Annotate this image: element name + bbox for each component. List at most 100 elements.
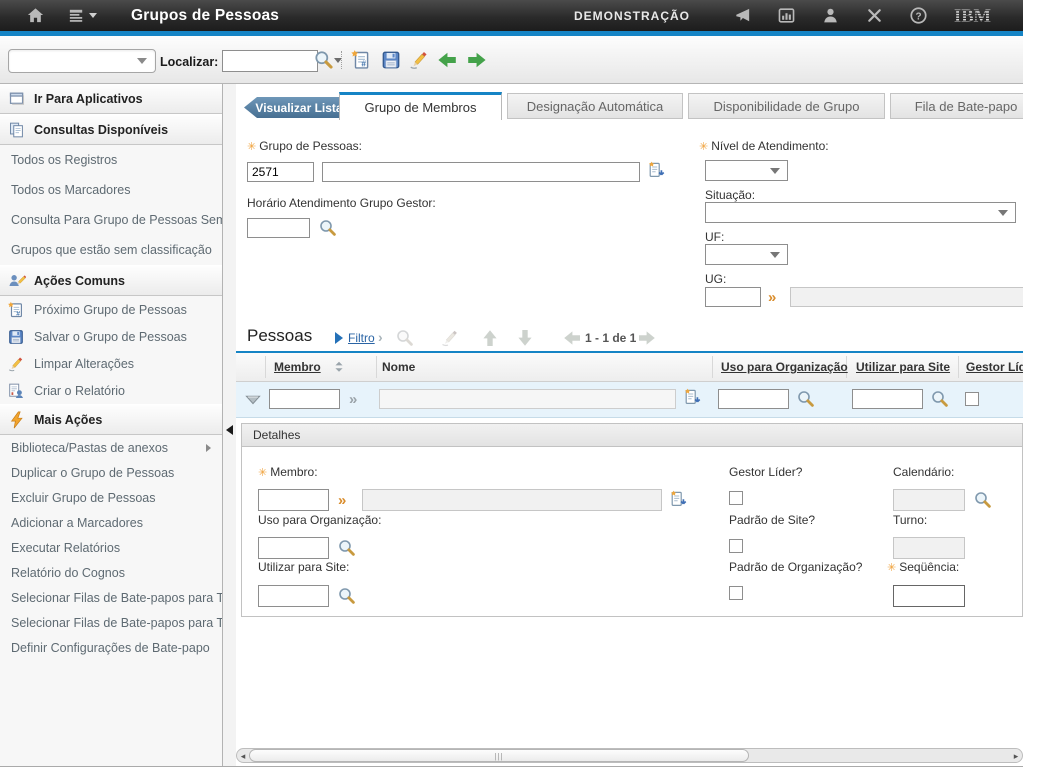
filter-membro-field[interactable] [269,389,340,409]
gestor-lider-checkbox[interactable] [729,491,743,505]
ug-go-to-icon[interactable]: » [768,290,776,305]
next-record-icon[interactable] [466,49,488,71]
grupo-pessoas-desc-field[interactable] [322,162,640,182]
announcements-icon[interactable] [733,6,752,25]
uf-select[interactable] [705,244,788,265]
tab-grupo-de-membros[interactable]: Grupo de Membros [339,92,502,120]
column-header-uso-organizacao[interactable]: Uso para Organização [721,360,848,374]
detail-menu-icon[interactable] [669,490,689,510]
chevron-down-icon [770,252,780,258]
sidebar: Ir Para Aplicativos Consultas Disponívei… [0,84,223,766]
filter-uso-field[interactable] [718,389,789,409]
calendario-lookup-icon[interactable] [973,490,993,510]
help-icon[interactable] [909,6,928,25]
sidebar-item-salvar-grupo[interactable]: Salvar o Grupo de Pessoas [0,323,222,350]
detail-menu-icon[interactable] [683,388,703,408]
nivel-atendimento-select[interactable] [705,160,788,181]
tab-disponibilidade-de-grupo[interactable]: Disponibilidade de Grupo [688,93,885,119]
uso-lookup-icon[interactable] [337,538,357,558]
site-lookup-icon[interactable] [337,586,357,606]
horario-lookup-icon[interactable] [318,218,338,238]
column-header-membro[interactable]: Membro [274,360,321,374]
sidebar-item-grupos-sem-classificacao[interactable]: Grupos que estão sem classificação [0,235,222,265]
filter-gestor-lider-checkbox[interactable] [965,392,979,406]
row-go-to-icon[interactable]: » [349,392,357,407]
sidebar-item-biblioteca-anexos[interactable]: Biblioteca/Pastas de anexos [0,435,222,460]
tab-designacao-automatica[interactable]: Designação Automática [507,93,683,119]
app-window: Grupos de Pessoas DEMONSTRAÇÃO Localizar… [0,0,1023,767]
scroll-right-button[interactable]: ▸ [1011,751,1021,761]
sidebar-item-proximo-grupo[interactable]: Próximo Grupo de Pessoas [0,296,222,323]
move-up-icon[interactable] [480,328,500,348]
move-down-icon[interactable] [515,328,535,348]
site-lookup-icon[interactable] [930,389,950,409]
reports-chart-icon[interactable] [777,6,796,25]
visualizar-lista-button[interactable]: Visualizar Lista [244,97,346,118]
filter-site-field[interactable] [852,389,923,409]
previous-record-icon[interactable] [436,49,458,71]
utilizar-site-field[interactable] [258,585,329,607]
sidebar-item-consulta-grupo-sem[interactable]: Consulta Para Grupo de Pessoas Sem ... [0,205,222,235]
sidebar-item-excluir-grupo[interactable]: Excluir Grupo de Pessoas [0,485,222,510]
horario-field[interactable] [247,218,310,238]
sidebar-section-consultas-disponiveis[interactable]: Consultas Disponíveis [0,114,222,145]
sidebar-section-mais-acoes[interactable]: Mais Ações [0,404,222,435]
sidebar-item-todos-marcadores[interactable]: Todos os Marcadores [0,175,222,205]
membro-go-to-icon[interactable]: » [338,493,346,508]
page-title: Grupos de Pessoas [131,7,279,25]
sort-icon[interactable] [333,360,345,374]
column-header-utilizar-site[interactable]: Utilizar para Site [856,360,950,374]
sidebar-item-executar-relatorios[interactable]: Executar Relatórios [0,535,222,560]
sidebar-item-adicionar-marcadores[interactable]: Adicionar a Marcadores [0,510,222,535]
sidebar-item-label: Definir Configurações de Bate-papo [11,641,210,655]
sidebar-section-acoes-comuns[interactable]: Ações Comuns [0,265,222,296]
uso-organizacao-field[interactable] [258,537,329,559]
table-search-icon[interactable] [395,328,415,348]
sidebar-item-criar-relatorio[interactable]: Criar o Relatório [0,377,222,404]
screenshot-stage: Grupos de Pessoas DEMONSTRAÇÃO Localizar… [0,0,1054,771]
padrao-site-checkbox[interactable] [729,539,743,553]
tab-fila-de-bate-papo[interactable]: Fila de Bate-papo [890,93,1023,119]
sequencia-field[interactable] [893,585,965,607]
collapse-sidebar-icon[interactable] [226,425,233,435]
sidebar-item-todos-registros[interactable]: Todos os Registros [0,145,222,175]
expand-table-icon[interactable]: › [378,329,383,345]
prev-page-icon[interactable] [562,328,582,348]
situacao-select[interactable] [705,202,1016,223]
scroll-left-button[interactable]: ◂ [238,751,248,761]
sidebar-item-selecionar-filas-2[interactable]: Selecionar Filas de Bate-papos para Tor.… [0,610,222,635]
table-clear-icon[interactable] [440,328,460,348]
profile-icon[interactable] [821,6,840,25]
sidebar-section-ir-para-aplicativos[interactable]: Ir Para Aplicativos [0,84,222,114]
detail-menu-icon[interactable] [647,161,667,181]
search-input[interactable] [222,50,318,72]
next-page-icon[interactable] [637,328,657,348]
filtro-link[interactable]: Filtro [348,331,375,345]
app-switcher-button[interactable] [67,6,97,25]
uso-lookup-icon[interactable] [796,389,816,409]
padrao-organizacao-checkbox[interactable] [729,586,743,600]
ug-field[interactable] [705,287,761,307]
membro-field[interactable] [258,489,329,511]
filtro-toggle-icon[interactable] [335,332,343,344]
filter-funnel-icon[interactable] [243,390,263,410]
sidebar-splitter[interactable] [223,84,237,766]
column-header-gestor-lider[interactable]: Gestor Líd [966,360,1023,374]
action-select[interactable] [8,49,156,73]
horizontal-scrollbar[interactable]: ◂ ||| ▸ [236,748,1023,763]
detalhes-header[interactable]: Detalhes [241,423,1023,447]
new-record-icon[interactable] [350,49,372,71]
scrollbar-thumb[interactable]: ||| [249,749,749,762]
sidebar-item-limpar-alteracoes[interactable]: Limpar Alterações [0,350,222,377]
home-icon[interactable] [26,6,45,25]
filter-nome-field [379,389,676,409]
sidebar-item-relatorio-cognos[interactable]: Relatório do Cognos [0,560,222,585]
save-icon[interactable] [380,49,402,71]
grupo-pessoas-id-field[interactable] [247,162,314,182]
sidebar-item-selecionar-filas-1[interactable]: Selecionar Filas de Bate-papos para Tor.… [0,585,222,610]
sidebar-item-duplicar-grupo[interactable]: Duplicar o Grupo de Pessoas [0,460,222,485]
search-icon[interactable] [313,49,335,71]
sidebar-item-definir-config-batepapo[interactable]: Definir Configurações de Bate-papo [0,635,222,660]
close-icon[interactable] [865,6,884,25]
clear-changes-icon[interactable] [408,49,430,71]
